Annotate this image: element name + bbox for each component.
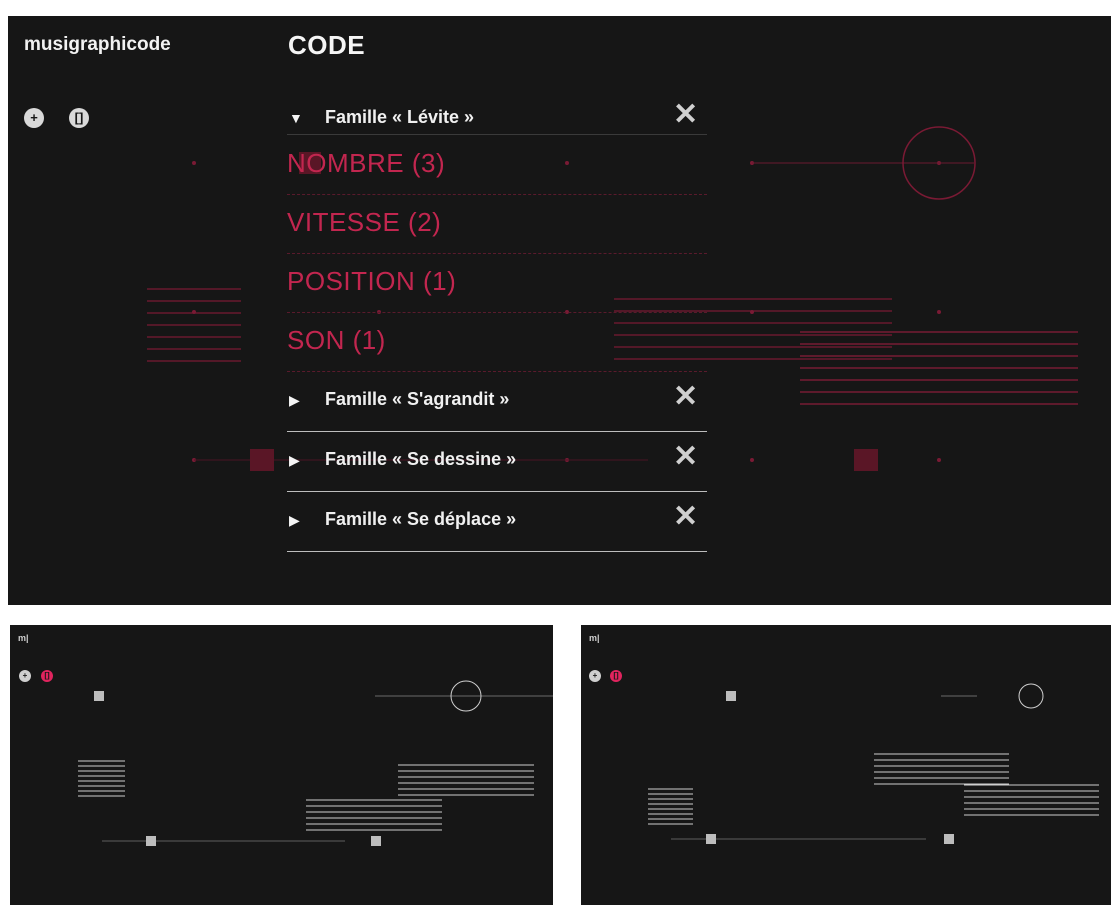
canvas-square (250, 449, 274, 471)
family-label: Famille « Se déplace » (325, 509, 517, 529)
family-sedeplace[interactable]: ▶ Famille « Se déplace » ✕ (287, 492, 707, 552)
mini-logo: m| (589, 633, 600, 643)
brackets-icon: [] (44, 671, 50, 680)
triangle-right-icon[interactable]: ▶ (289, 512, 300, 529)
mini-logo: m| (18, 633, 29, 643)
family-levite[interactable]: ▼ Famille « Lévite » ✕ (287, 90, 707, 135)
left-line-group (147, 288, 241, 362)
triangle-right-icon[interactable]: ▶ (289, 392, 300, 409)
family-label: Famille « Se dessine » (325, 449, 517, 469)
app-logo: musigraphicode (24, 34, 171, 55)
brackets-button[interactable]: [] (41, 670, 53, 682)
property-label: NOMBRE (3) (287, 148, 446, 178)
family-label: Famille « S'agrandit » (325, 389, 510, 409)
property-son[interactable]: SON (1) (287, 312, 707, 372)
triangle-down-icon[interactable]: ▼ (289, 110, 303, 126)
property-nombre[interactable]: NOMBRE (3) (287, 135, 707, 195)
property-label: VITESSE (2) (287, 207, 442, 237)
add-button[interactable]: + (24, 108, 44, 128)
add-icon: + (592, 671, 598, 680)
close-icon[interactable]: ✕ (673, 100, 698, 130)
property-vitesse[interactable]: VITESSE (2) (287, 194, 707, 254)
add-button[interactable]: + (19, 670, 31, 682)
add-button[interactable]: + (589, 670, 601, 682)
brackets-button[interactable]: [] (610, 670, 622, 682)
preview-canvas (78, 680, 553, 846)
property-label: SON (1) (287, 325, 386, 355)
property-label: POSITION (1) (287, 266, 457, 296)
brackets-icon: [] (74, 110, 84, 125)
close-icon[interactable]: ✕ (673, 382, 698, 412)
panel-title: CODE (288, 30, 366, 60)
close-icon[interactable]: ✕ (673, 442, 698, 472)
add-icon: + (30, 110, 38, 125)
brackets-icon: [] (613, 671, 619, 680)
family-sagrandit[interactable]: ▶ Famille « S'agrandit » ✕ (287, 372, 707, 432)
triangle-right-icon[interactable]: ▶ (289, 452, 300, 469)
close-icon[interactable]: ✕ (673, 502, 698, 532)
canvas-dot (937, 458, 941, 462)
preview-right: m| + [] (581, 625, 1111, 905)
preview-left: m| + [] (10, 625, 553, 905)
canvas-dot (192, 161, 196, 165)
property-position[interactable]: POSITION (1) (287, 253, 707, 313)
canvas-square (854, 449, 878, 471)
right-line-group (800, 331, 1078, 405)
brackets-button[interactable]: [] (69, 108, 89, 128)
family-label: Famille « Lévite » (325, 107, 475, 127)
canvas-dot (750, 458, 754, 462)
add-icon: + (22, 671, 28, 680)
canvas-dot (937, 310, 941, 314)
family-sedessine[interactable]: ▶ Famille « Se dessine » ✕ (287, 432, 707, 492)
preview-canvas (648, 683, 1099, 844)
main-editor-view: musigraphicode + [] CODE ▼ Famille « Lév… (8, 16, 1111, 605)
